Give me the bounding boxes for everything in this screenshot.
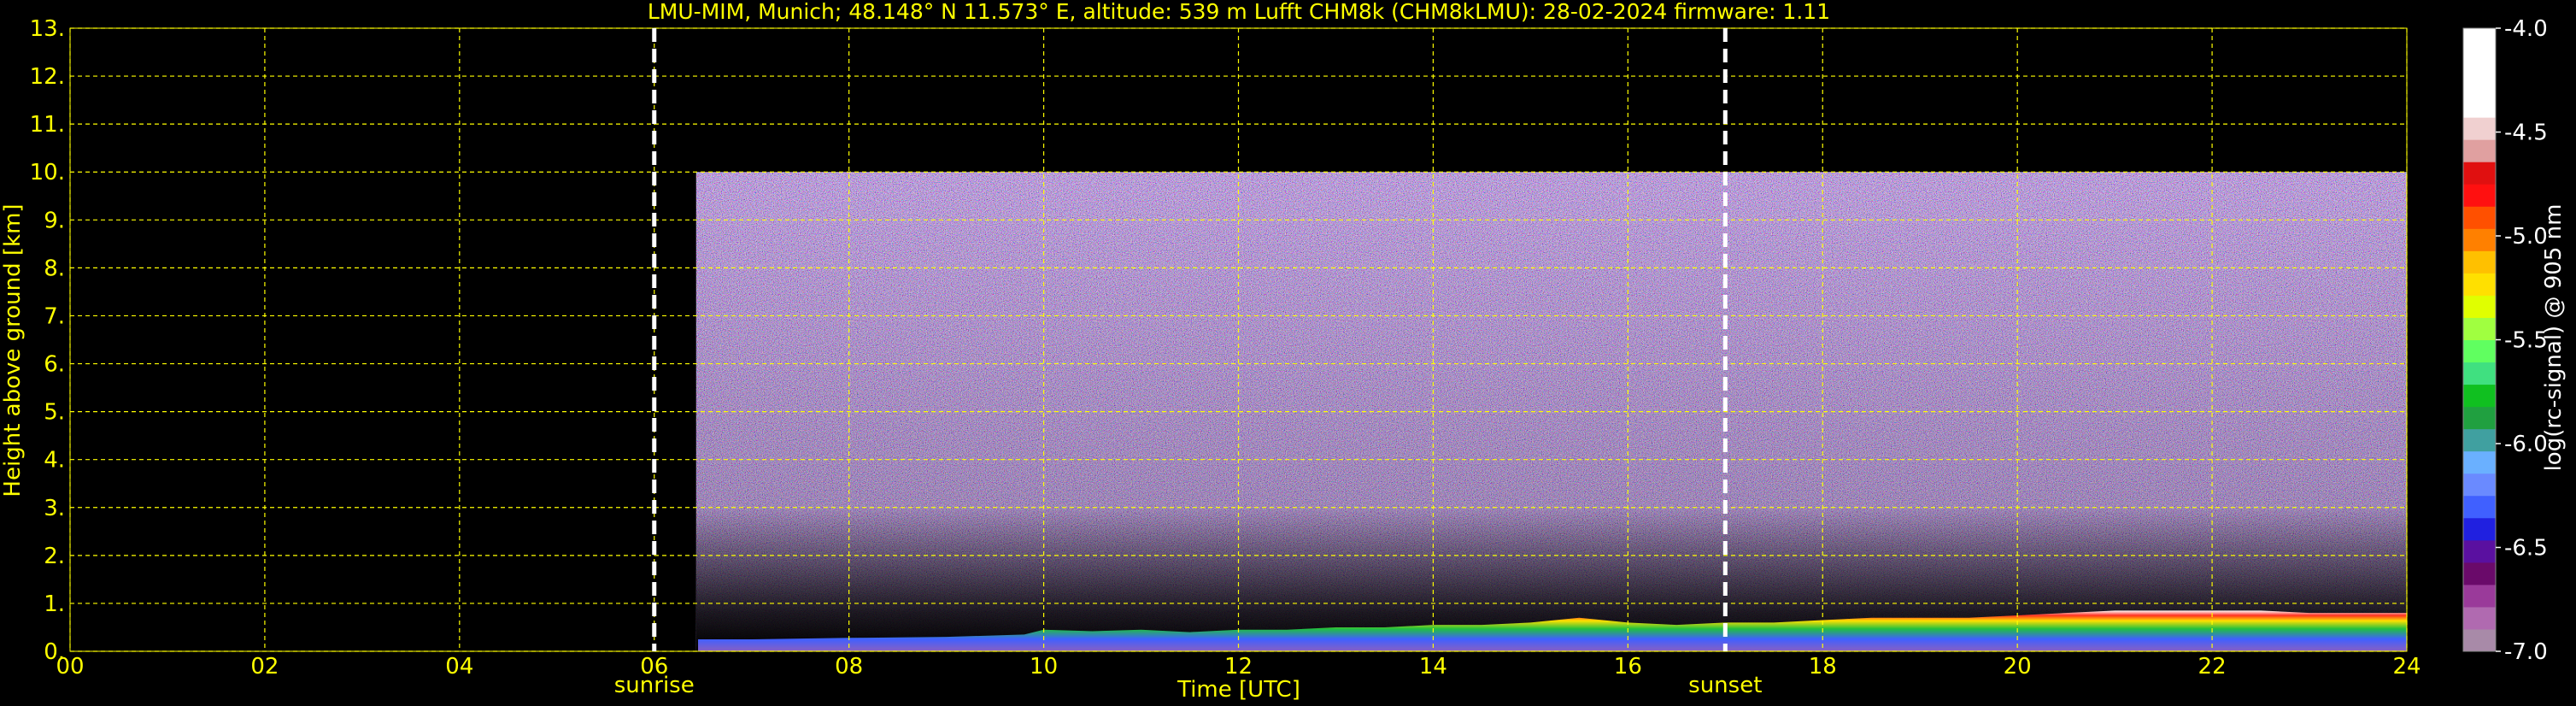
x-tick-label: 06 bbox=[640, 654, 668, 680]
colorbar-segment bbox=[2463, 139, 2496, 162]
y-tick-label: 11. bbox=[30, 112, 65, 138]
colorbar-segment bbox=[2463, 50, 2496, 74]
colorbar-segment bbox=[2463, 450, 2496, 474]
y-tick-label: 0. bbox=[44, 639, 65, 665]
colorbar-segment bbox=[2463, 517, 2496, 541]
x-axis-ticks: 00 02 04 06 08 10 12 14 16 18 20 22 24 bbox=[56, 654, 2421, 680]
colorbar-segment bbox=[2463, 184, 2496, 207]
y-tick-label: 6. bbox=[44, 352, 65, 378]
colorbar-segment bbox=[2463, 406, 2496, 430]
x-axis-label: Time [UTC] bbox=[1177, 677, 1300, 703]
colorbar-segment bbox=[2463, 384, 2496, 408]
y-tick-label: 13. bbox=[30, 16, 65, 42]
x-tick-label: 02 bbox=[250, 654, 279, 680]
colorbar-segment bbox=[2463, 339, 2496, 363]
x-tick-label: 12 bbox=[1224, 654, 1253, 680]
colorbar-segment bbox=[2463, 95, 2496, 118]
colorbar-segment bbox=[2463, 606, 2496, 630]
colorbar-tick-label: -7.0 bbox=[2504, 639, 2548, 665]
colorbar-segment bbox=[2463, 250, 2496, 274]
colorbar-segment bbox=[2463, 628, 2496, 652]
x-tick-label: 24 bbox=[2392, 654, 2421, 680]
y-axis-ticks: 0. 1. 2. 3. 4. 5. 6. 7. 8. 9. 10. 11. 12. 13. bbox=[30, 16, 65, 665]
y-tick-label: 5. bbox=[44, 400, 65, 426]
y-tick-label: 3. bbox=[44, 496, 65, 521]
colorbar-label: log(rc-signal) @ 905 nm bbox=[2541, 204, 2567, 472]
colorbar-segment bbox=[2463, 162, 2496, 185]
x-tick-label: 04 bbox=[445, 654, 473, 680]
chart-title: LMU-MIM, Munich; 48.148° N 11.573° E, al… bbox=[648, 0, 1830, 24]
y-tick-label: 7. bbox=[44, 303, 65, 329]
x-tick-label: 22 bbox=[2198, 654, 2227, 680]
x-tick-label: 18 bbox=[1809, 654, 1837, 680]
y-tick-label: 12. bbox=[30, 64, 65, 90]
sunset-label: sunset bbox=[1688, 673, 1762, 698]
colorbar-segment bbox=[2463, 362, 2496, 385]
colorbar-segment bbox=[2463, 206, 2496, 229]
x-tick-label: 14 bbox=[1419, 654, 1447, 680]
y-tick-label: 1. bbox=[44, 591, 65, 617]
colorbar-segment bbox=[2463, 295, 2496, 318]
x-tick-label: 16 bbox=[1614, 654, 1642, 680]
y-tick-label: 10. bbox=[30, 160, 65, 185]
x-tick-label: 10 bbox=[1030, 654, 1058, 680]
colorbar-segment bbox=[2463, 28, 2496, 51]
y-tick-label: 4. bbox=[44, 448, 65, 474]
colorbar-segment bbox=[2463, 562, 2496, 585]
colorbar-segment bbox=[2463, 428, 2496, 452]
colorbar-segment bbox=[2463, 73, 2496, 96]
colorbar-tick-label: -6.5 bbox=[2504, 536, 2548, 562]
y-tick-label: 2. bbox=[44, 544, 65, 569]
colorbar-segment bbox=[2463, 473, 2496, 497]
y-tick-label: 8. bbox=[44, 256, 65, 281]
x-tick-label: 08 bbox=[835, 654, 863, 680]
ceilometer-chart: LMU-MIM, Munich; 48.148° N 11.573° E, al… bbox=[0, 0, 2567, 703]
colorbar-segment bbox=[2463, 317, 2496, 340]
colorbar-segment bbox=[2463, 539, 2496, 563]
colorbar: -4.0-4.5-5.0-5.5-6.0-6.5-7.0 bbox=[2462, 16, 2548, 665]
colorbar-tick-label: -4.0 bbox=[2504, 16, 2548, 42]
colorbar-segment bbox=[2463, 228, 2496, 251]
y-tick-label: 9. bbox=[44, 208, 65, 233]
x-tick-label: 20 bbox=[2004, 654, 2032, 680]
colorbar-segment bbox=[2463, 584, 2496, 608]
colorbar-segment bbox=[2463, 117, 2496, 140]
colorbar-tick-label: -4.5 bbox=[2504, 121, 2548, 146]
y-axis-label: Height above ground [km] bbox=[0, 203, 26, 497]
colorbar-segment bbox=[2463, 495, 2496, 519]
colorbar-segment bbox=[2463, 273, 2496, 296]
